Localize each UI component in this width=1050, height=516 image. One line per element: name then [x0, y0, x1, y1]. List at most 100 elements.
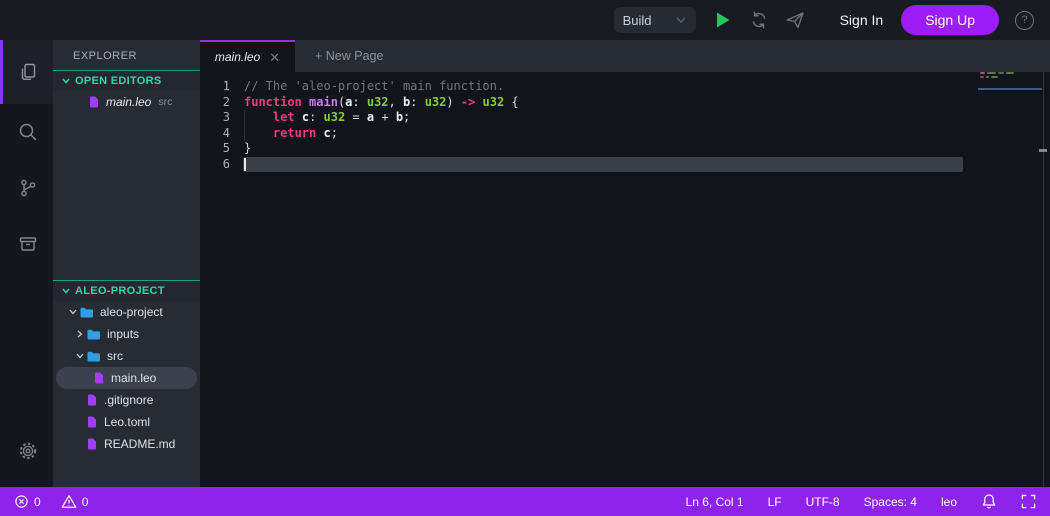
code-line-1[interactable]: 1 // The 'aleo-project' main function. [200, 79, 1050, 95]
minimap-slider [978, 88, 1042, 90]
sign-up-button[interactable]: Sign Up [901, 5, 999, 35]
deploy-button[interactable] [782, 7, 808, 33]
line-number: 6 [222, 156, 230, 171]
search-icon [17, 121, 39, 143]
bell-icon [981, 493, 997, 510]
code-line-5[interactable]: 5} [200, 141, 1050, 157]
line-content: function main(a: u32, b: u32) -> u32 { [244, 94, 519, 109]
open-editors-list: main.leo src [53, 91, 200, 113]
tab-label: main.leo [214, 50, 261, 64]
build-dropdown-label: Build [622, 12, 652, 28]
line-number: 1 [222, 79, 230, 93]
activity-item-explorer[interactable] [0, 40, 53, 104]
code-line-2[interactable]: 2 function main(a: u32, b: u32) -> u32 { [200, 95, 1050, 111]
chevron-right-icon [74, 330, 85, 338]
activity-item-search[interactable] [0, 104, 53, 160]
run-button[interactable] [710, 7, 736, 33]
line-number: 4 [222, 125, 230, 140]
code-editor[interactable]: 1 // The 'aleo-project' main function. 2 fu… [200, 72, 1050, 487]
code-line-3[interactable]: 3 let c: u32 = a + b; [200, 110, 1050, 126]
tree-item-src[interactable]: src [56, 345, 197, 367]
project-section: ALEO-PROJECT aleo-project inputs src main.l… [53, 280, 200, 455]
new-page-button[interactable]: + New Page [295, 40, 383, 72]
archive-box-icon [17, 233, 39, 255]
tab-bar: main.leo ✕ + New Page [200, 40, 1050, 72]
notifications-button[interactable] [981, 493, 997, 510]
line-content: let c: u32 = a + b; [244, 110, 410, 126]
chevron-down-icon [62, 288, 70, 294]
warning-icon [61, 494, 77, 509]
tree-item-label: inputs [107, 327, 140, 341]
activity-bar [0, 40, 53, 487]
tree-item-label: main.leo [111, 371, 157, 385]
open-editor-name: main.leo [106, 95, 152, 109]
errors-status[interactable]: 0 [14, 494, 41, 509]
sync-icon [749, 11, 769, 29]
tree-item-Leo.toml[interactable]: Leo.toml [56, 411, 197, 433]
status-bar: 0 0 Ln 6, Col 1 LF UTF-8 Spaces: 4 leo [0, 487, 1050, 516]
explorer-sidebar: EXPLORER OPEN EDITORS main.leo src ALEO-P… [53, 40, 200, 487]
cursor-position[interactable]: Ln 6, Col 1 [686, 495, 744, 509]
file-icon [89, 96, 99, 108]
line-number: 5 [222, 141, 230, 155]
error-icon [14, 494, 29, 509]
file-tree: aleo-project inputs src main.leo .gitignore L… [53, 301, 200, 455]
indent-guide [244, 110, 245, 126]
code-lines: 1 // The 'aleo-project' main function. 2 fu… [200, 79, 1050, 172]
editor-pane: main.leo ✕ + New Page 1 // The 'aleo-proj… [200, 40, 1050, 487]
line-content: } [244, 141, 252, 155]
activity-item-source-control[interactable] [0, 160, 53, 216]
editor-scrollbar[interactable] [1043, 72, 1044, 487]
tree-item-label: src [107, 349, 123, 363]
activity-item-settings[interactable] [0, 423, 53, 479]
file-icon [87, 438, 97, 450]
close-icon[interactable]: ✕ [269, 51, 280, 64]
reset-button[interactable] [746, 7, 772, 33]
main-area: EXPLORER OPEN EDITORS main.leo src ALEO-P… [0, 40, 1050, 487]
open-editor-item[interactable]: main.leo src [53, 91, 200, 113]
language-indicator[interactable]: leo [941, 495, 957, 509]
eol-indicator[interactable]: LF [768, 495, 782, 509]
tree-item-inputs[interactable]: inputs [56, 323, 197, 345]
tree-item-.gitignore[interactable]: .gitignore [56, 389, 197, 411]
open-editors-label: OPEN EDITORS [75, 75, 162, 87]
line-number: 3 [222, 110, 230, 124]
fullscreen-icon [1021, 494, 1036, 509]
file-icon [87, 394, 97, 406]
fullscreen-button[interactable] [1021, 494, 1036, 509]
open-editors-header[interactable]: OPEN EDITORS [53, 70, 200, 91]
indentation-indicator[interactable]: Spaces: 4 [864, 495, 917, 509]
indent-guide [244, 125, 245, 141]
git-branch-icon [17, 177, 39, 199]
send-icon [785, 11, 805, 29]
play-icon [715, 11, 731, 29]
chevron-down-icon [62, 78, 70, 84]
tree-item-main.leo[interactable]: main.leo [56, 367, 197, 389]
tree-item-label: aleo-project [100, 305, 163, 319]
chevron-down-icon [74, 353, 85, 359]
tree-item-README.md[interactable]: README.md [56, 433, 197, 455]
minimap[interactable] [978, 72, 1042, 94]
encoding-indicator[interactable]: UTF-8 [806, 495, 840, 509]
file-icon [87, 416, 97, 428]
tree-item-label: Leo.toml [104, 415, 151, 429]
errors-count: 0 [34, 494, 41, 509]
folder-icon [87, 329, 100, 340]
code-line-6[interactable]: 6 [200, 156, 1050, 173]
build-dropdown[interactable]: Build [613, 7, 696, 33]
tree-item-label: README.md [104, 437, 176, 451]
help-icon[interactable]: ? [1015, 10, 1034, 30]
line-content: // The 'aleo-project' main function. [244, 79, 505, 93]
explorer-title: EXPLORER [73, 50, 137, 62]
scrollbar-cursor-marker [1039, 149, 1047, 152]
code-line-4[interactable]: 4 return c; [200, 125, 1050, 141]
activity-item-packages[interactable] [0, 216, 53, 272]
tab-main-leo[interactable]: main.leo ✕ [200, 40, 295, 72]
tree-item-label: .gitignore [104, 393, 154, 407]
warnings-status[interactable]: 0 [61, 494, 89, 509]
warnings-count: 0 [81, 494, 89, 509]
tree-item-aleo-project[interactable]: aleo-project [56, 301, 197, 323]
sign-in-button[interactable]: Sign In [840, 12, 884, 28]
files-icon [17, 61, 39, 83]
project-header[interactable]: ALEO-PROJECT [53, 280, 200, 301]
